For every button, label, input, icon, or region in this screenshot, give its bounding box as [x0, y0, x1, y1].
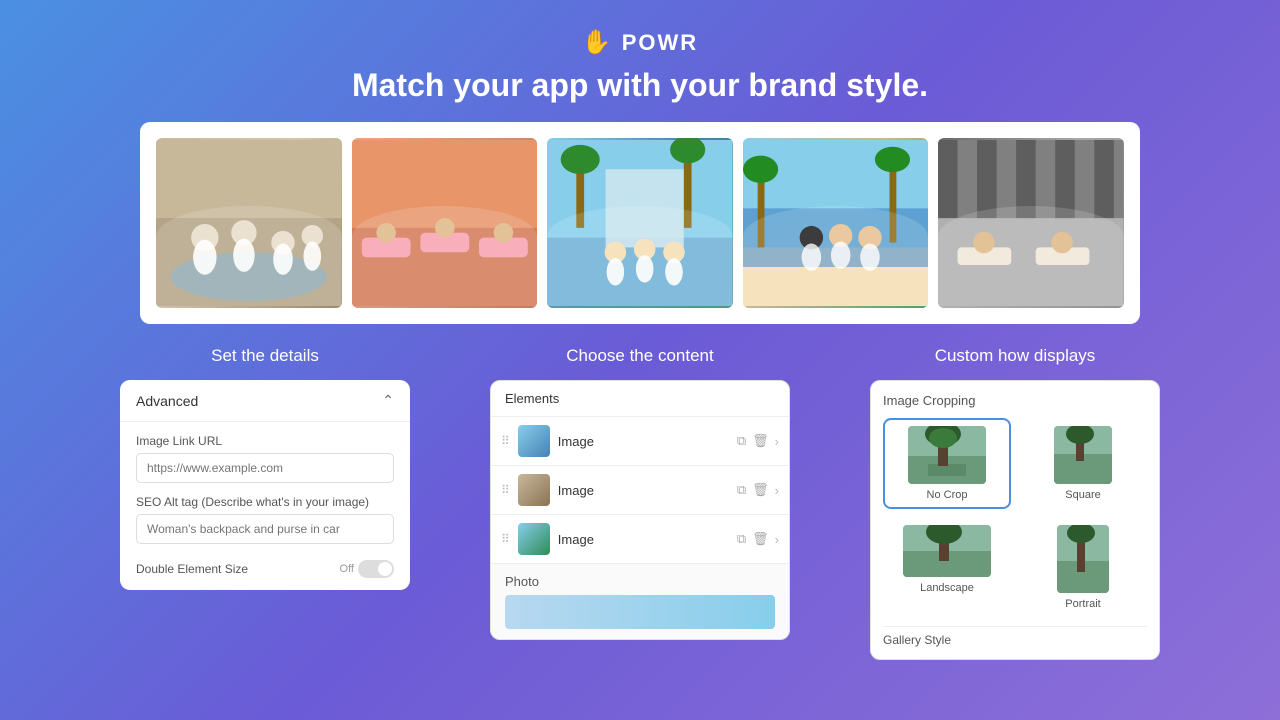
- crop-option-landscape[interactable]: Landscape: [883, 517, 1011, 618]
- header: ✋ POWR Match your app with your brand st…: [0, 0, 1280, 122]
- image-link-input[interactable]: [136, 453, 394, 483]
- table-row: ⠿ Image ⧉ 🗑 ›: [491, 466, 789, 515]
- column-details: Set the details Advanced ⌃ Image Link UR…: [120, 346, 410, 660]
- crop-option-square[interactable]: Square: [1019, 418, 1147, 509]
- element-name-1: Image: [558, 434, 729, 449]
- crop-option-portrait[interactable]: Portrait: [1019, 517, 1147, 618]
- panel-advanced: Advanced ⌃ Image Link URL SEO Alt tag (D…: [120, 380, 410, 590]
- chevron-right-icon[interactable]: ›: [775, 532, 779, 547]
- tagline: Match your app with your brand style.: [0, 67, 1280, 104]
- crop-thumb-square: [1054, 426, 1112, 484]
- table-row: ⠿ Image ⧉ 🗑 ›: [491, 417, 789, 466]
- photo-placeholder: [505, 595, 775, 629]
- gallery-strip: [140, 122, 1140, 324]
- gallery-style-label: Gallery Style: [883, 626, 1147, 647]
- portrait-label: Portrait: [1065, 598, 1100, 610]
- photo-section: Photo: [491, 563, 789, 639]
- copy-icon[interactable]: ⧉: [737, 531, 746, 547]
- column-3-title: Custom how displays: [935, 346, 1096, 366]
- panel-elements: Elements ⠿ Image ⧉ 🗑 › ⠿ Image ⧉ 🗑 ›: [490, 380, 790, 640]
- panel-advanced-header[interactable]: Advanced ⌃: [120, 380, 410, 422]
- column-1-title: Set the details: [211, 346, 319, 366]
- element-thumb-1: [518, 425, 550, 457]
- delete-icon[interactable]: 🗑: [752, 531, 769, 547]
- toggle-label: Double Element Size: [136, 562, 248, 576]
- drag-icon: ⠿: [501, 434, 510, 448]
- toggle-knob: [378, 562, 392, 576]
- gallery-image-3: [547, 138, 733, 308]
- logo-text: POWR: [622, 30, 698, 56]
- crop-option-no-crop[interactable]: No Crop: [883, 418, 1011, 509]
- element-actions-1: ⧉ 🗑 ›: [737, 433, 779, 449]
- logo-icon: ✋: [582, 28, 614, 57]
- column-content: Choose the content Elements ⠿ Image ⧉ 🗑 …: [490, 346, 790, 660]
- seo-label: SEO Alt tag (Describe what's in your ima…: [136, 495, 394, 509]
- element-name-3: Image: [558, 532, 729, 547]
- image-link-label: Image Link URL: [136, 434, 394, 448]
- table-row: ⠿ Image ⧉ 🗑 ›: [491, 515, 789, 563]
- toggle-switch[interactable]: [358, 560, 394, 578]
- delete-icon[interactable]: 🗑: [752, 433, 769, 449]
- element-thumb-2: [518, 474, 550, 506]
- element-actions-2: ⧉ 🗑 ›: [737, 482, 779, 498]
- copy-icon[interactable]: ⧉: [737, 433, 746, 449]
- delete-icon[interactable]: 🗑: [752, 482, 769, 498]
- panel-crop: Image Cropping No Crop: [870, 380, 1160, 660]
- toggle-value: Off: [340, 563, 354, 575]
- drag-icon: ⠿: [501, 483, 510, 497]
- logo: ✋ POWR: [0, 28, 1280, 57]
- no-crop-label: No Crop: [927, 489, 968, 501]
- column-2-title: Choose the content: [566, 346, 713, 366]
- chevron-up-icon[interactable]: ⌃: [382, 392, 394, 409]
- toggle-row: Double Element Size Off: [136, 560, 394, 578]
- photo-label: Photo: [505, 574, 539, 589]
- bottom-section: Set the details Advanced ⌃ Image Link UR…: [0, 324, 1280, 660]
- seo-input[interactable]: [136, 514, 394, 544]
- column-display: Custom how displays Image Cropping: [870, 346, 1160, 660]
- element-actions-3: ⧉ 🗑 ›: [737, 531, 779, 547]
- crop-grid: No Crop Square: [883, 418, 1147, 618]
- landscape-label: Landscape: [920, 582, 974, 594]
- copy-icon[interactable]: ⧉: [737, 482, 746, 498]
- gallery-image-4: [743, 138, 929, 308]
- crop-title: Image Cropping: [883, 393, 1147, 408]
- crop-thumb-portrait: [1057, 525, 1109, 593]
- drag-icon: ⠿: [501, 532, 510, 546]
- crop-thumb-no-crop: [908, 426, 986, 484]
- elements-header: Elements: [491, 381, 789, 417]
- panel-advanced-title: Advanced: [136, 393, 198, 409]
- gallery-image-5: [938, 138, 1124, 308]
- element-name-2: Image: [558, 483, 729, 498]
- crop-thumb-landscape: [903, 525, 991, 577]
- gallery-image-2: [352, 138, 538, 308]
- panel-advanced-body: Image Link URL SEO Alt tag (Describe wha…: [120, 422, 410, 590]
- square-label: Square: [1065, 489, 1100, 501]
- chevron-right-icon[interactable]: ›: [775, 434, 779, 449]
- gallery-image-1: [156, 138, 342, 308]
- element-thumb-3: [518, 523, 550, 555]
- chevron-right-icon[interactable]: ›: [775, 483, 779, 498]
